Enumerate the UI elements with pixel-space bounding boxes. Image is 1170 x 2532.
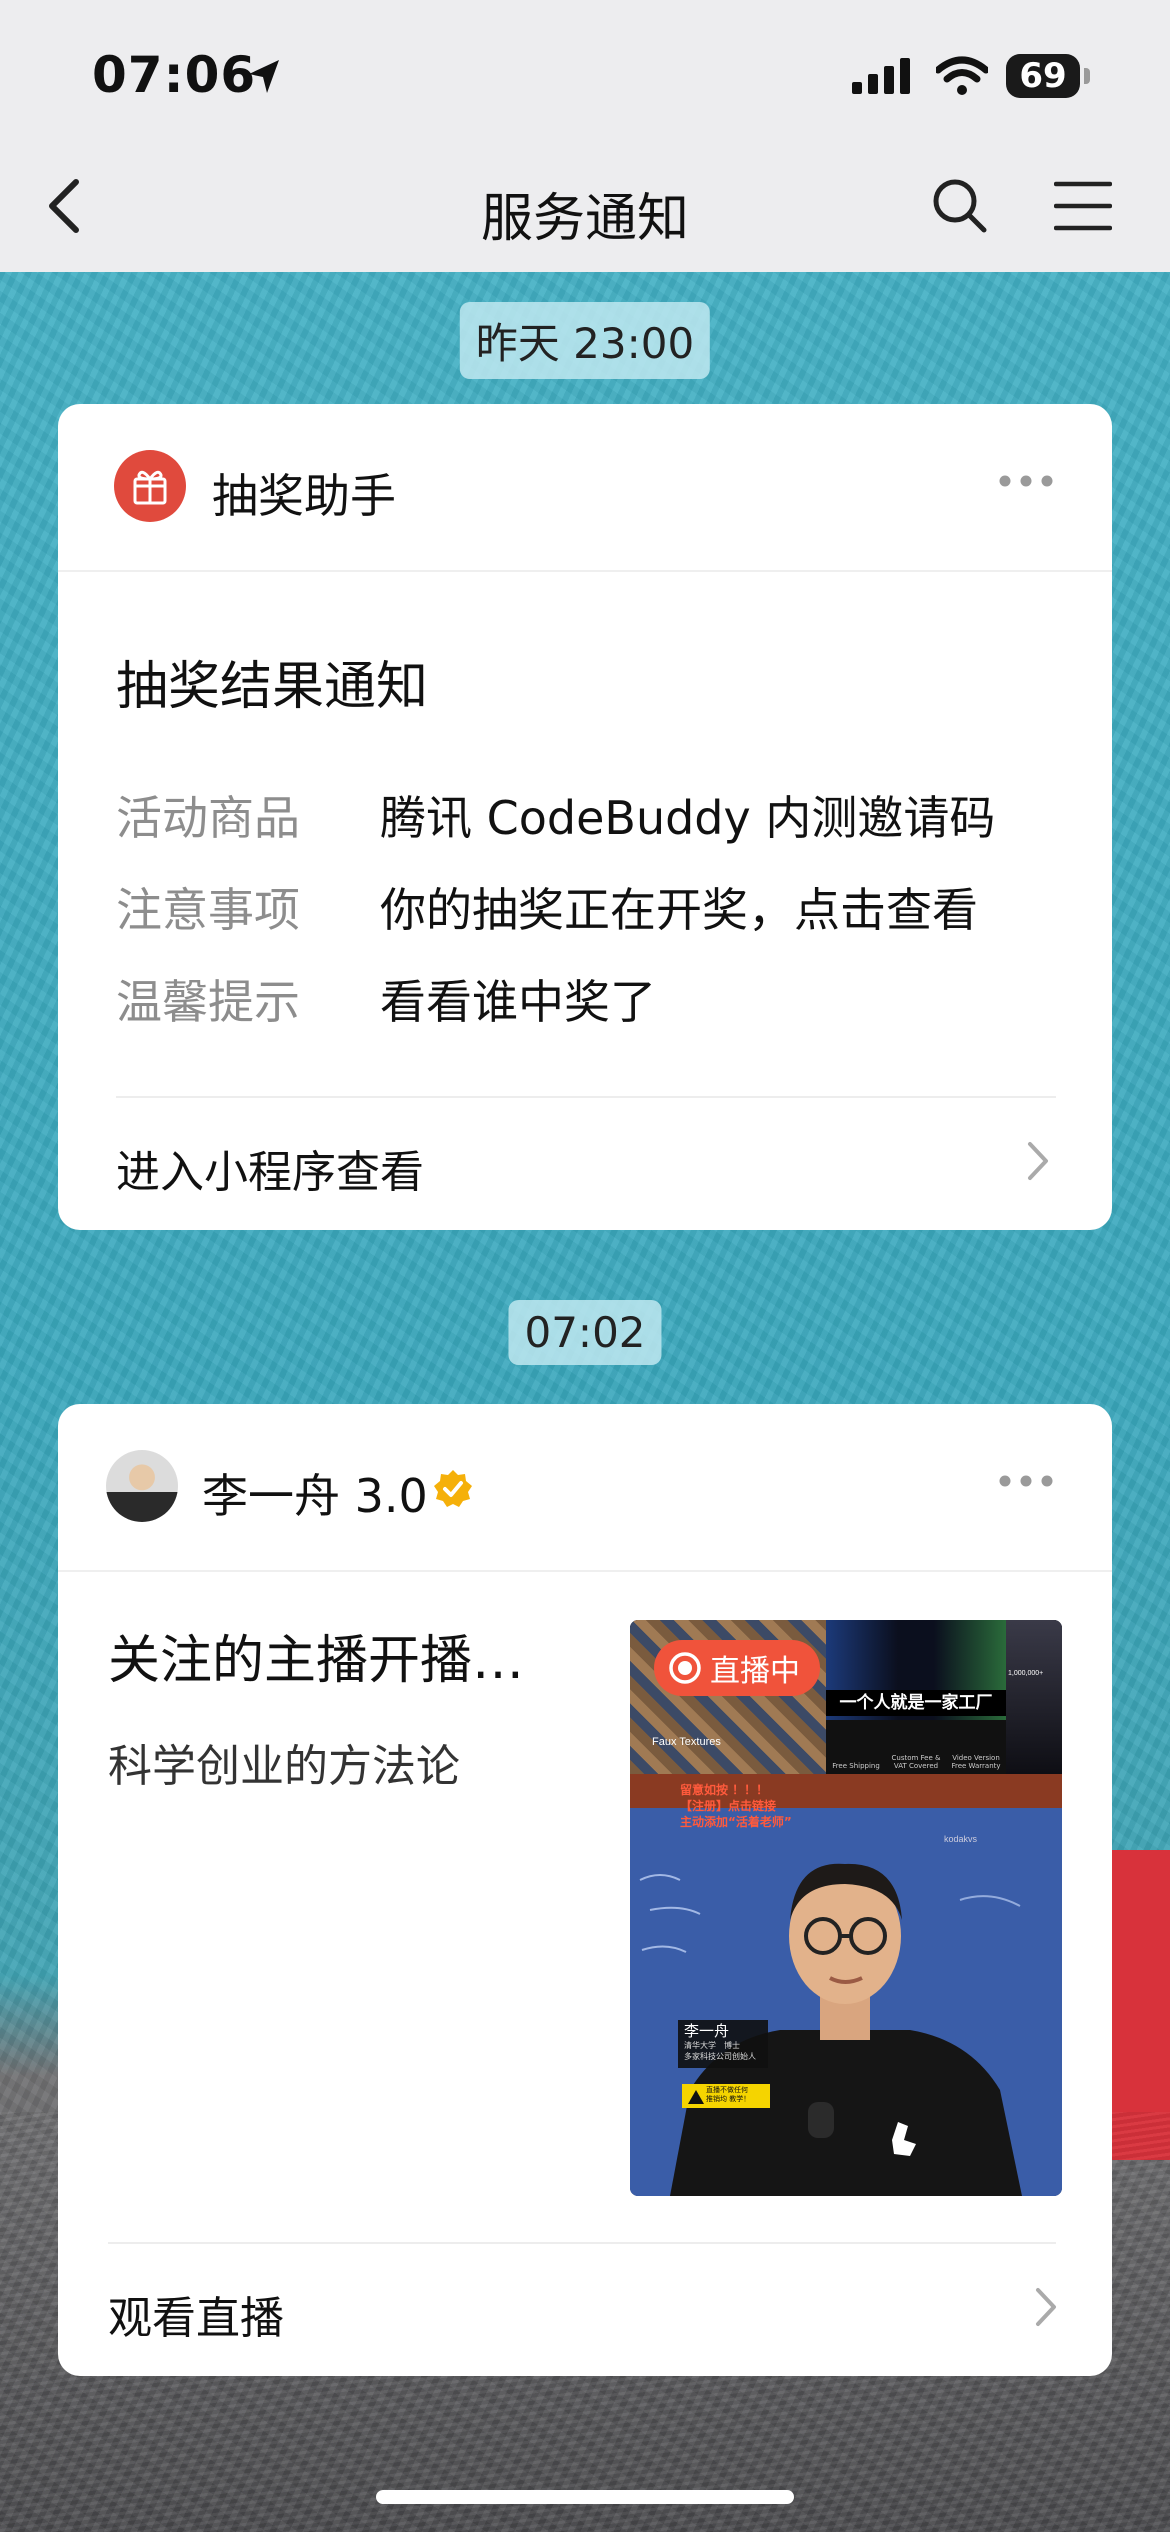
top-bar: 07:06 69 服务通知 bbox=[0, 0, 1170, 272]
thumb-warning-line: 推销均 教学！ bbox=[706, 2095, 751, 2103]
thumb-warning-line: 直播不做任何 bbox=[706, 2086, 748, 2094]
row-value: 腾讯 CodeBuddy 内测邀请码 bbox=[380, 791, 996, 845]
divider bbox=[116, 1096, 1056, 1098]
timestamp-pill: 07:02 bbox=[508, 1300, 662, 1365]
thumb-info-line: 多家科技公司创始人 bbox=[684, 2052, 756, 2061]
more-options-icon[interactable] bbox=[998, 1474, 1054, 1488]
thumb-red-line: 【注册】点击链接 bbox=[680, 1799, 777, 1813]
message-subtitle: 科学创业的方法论 bbox=[108, 1741, 460, 1792]
thumb-info: 清华大学 博士 多家科技公司创始人 bbox=[684, 2040, 770, 2062]
live-thumbnail[interactable]: Faux Textures 一个人就是一家工厂 Free Shipping Cu… bbox=[630, 1620, 1062, 2196]
thumb-name: 李一舟 bbox=[684, 2022, 730, 2040]
home-indicator[interactable] bbox=[376, 2490, 794, 2504]
notification-card-lottery[interactable]: 抽奖助手 抽奖结果通知 活动商品 腾讯 CodeBuddy 内测邀请码 注意事项… bbox=[58, 404, 1112, 1230]
location-arrow-icon bbox=[249, 60, 279, 93]
card-header: 抽奖助手 bbox=[58, 404, 1112, 572]
sender-name: 抽奖助手 bbox=[212, 469, 396, 523]
row-label: 注意事项 bbox=[116, 883, 300, 937]
wifi-icon bbox=[936, 56, 988, 95]
thumb-feature: Free Shipping bbox=[832, 1762, 880, 1770]
sender-name: 李一舟 3.0 bbox=[202, 1469, 428, 1523]
chevron-right-icon bbox=[1036, 2288, 1056, 2326]
thumb-red-text: 留意如按 ！！！ 【注册】点击链接 主动添加“活着老师” bbox=[680, 1782, 792, 1830]
chevron-right-icon bbox=[1028, 1142, 1048, 1180]
thumb-warning: 直播不做任何 推销均 教学！ bbox=[706, 2086, 768, 2104]
notification-card-live[interactable]: 李一舟 3.0 关注的主播开播… 科学创业的方法论 Faux Textures … bbox=[58, 1404, 1112, 2376]
gift-avatar bbox=[114, 450, 186, 522]
message-title: 关注的主播开播… bbox=[108, 1631, 525, 1691]
thumb-red-line: 主动添加“活着老师” bbox=[680, 1815, 792, 1829]
thumb-texture-label: Faux Textures bbox=[652, 1736, 721, 1748]
open-mini-program-link[interactable]: 进入小程序查看 bbox=[116, 1136, 424, 1200]
thumb-red-line: 留意如按 ！！！ bbox=[680, 1783, 769, 1797]
battery-cap bbox=[1084, 68, 1090, 84]
battery-indicator: 69 bbox=[1006, 54, 1080, 98]
cellular-signal-icon bbox=[852, 58, 910, 94]
avatar bbox=[106, 1450, 178, 1522]
live-badge: 直播中 bbox=[654, 1640, 820, 1696]
message-title: 抽奖结果通知 bbox=[116, 657, 429, 717]
live-badge-label: 直播中 bbox=[710, 1654, 800, 1689]
status-time: 07:06 bbox=[92, 46, 257, 104]
thumb-stat: 1,000,000+ bbox=[1008, 1670, 1044, 1677]
gift-icon bbox=[133, 470, 167, 505]
row-label: 温馨提示 bbox=[116, 975, 300, 1029]
search-icon[interactable] bbox=[930, 176, 990, 236]
live-record-icon bbox=[669, 1652, 701, 1684]
more-options-icon[interactable] bbox=[998, 474, 1054, 488]
thumb-presenter-illustration bbox=[639, 1863, 1022, 2196]
thumb-banner: 一个人就是一家工厂 bbox=[826, 1690, 1006, 1716]
thumb-side-panel bbox=[1006, 1620, 1062, 1774]
divider bbox=[108, 2242, 1056, 2244]
page-title: 服务通知 bbox=[480, 189, 689, 249]
thumb-feature: Video Version Free Warranty bbox=[951, 1754, 1001, 1770]
timestamp-pill: 昨天 23:00 bbox=[459, 302, 711, 379]
thumb-info-line: 清华大学 博士 bbox=[684, 2041, 740, 2050]
menu-icon[interactable] bbox=[1054, 180, 1112, 232]
thumb-features: Free Shipping Custom Fee & VAT Covered V… bbox=[826, 1720, 1006, 1774]
watch-live-link[interactable]: 观看直播 bbox=[108, 2282, 284, 2346]
row-value: 看看谁中奖了 bbox=[380, 975, 656, 1029]
card-header: 李一舟 3.0 bbox=[58, 1404, 1112, 1572]
verified-badge-icon bbox=[434, 1470, 472, 1507]
row-label: 活动商品 bbox=[116, 791, 300, 845]
thumb-feature: Custom Fee & VAT Covered bbox=[891, 1754, 941, 1770]
row-value: 你的抽奖正在开奖，点击查看 bbox=[380, 883, 978, 937]
